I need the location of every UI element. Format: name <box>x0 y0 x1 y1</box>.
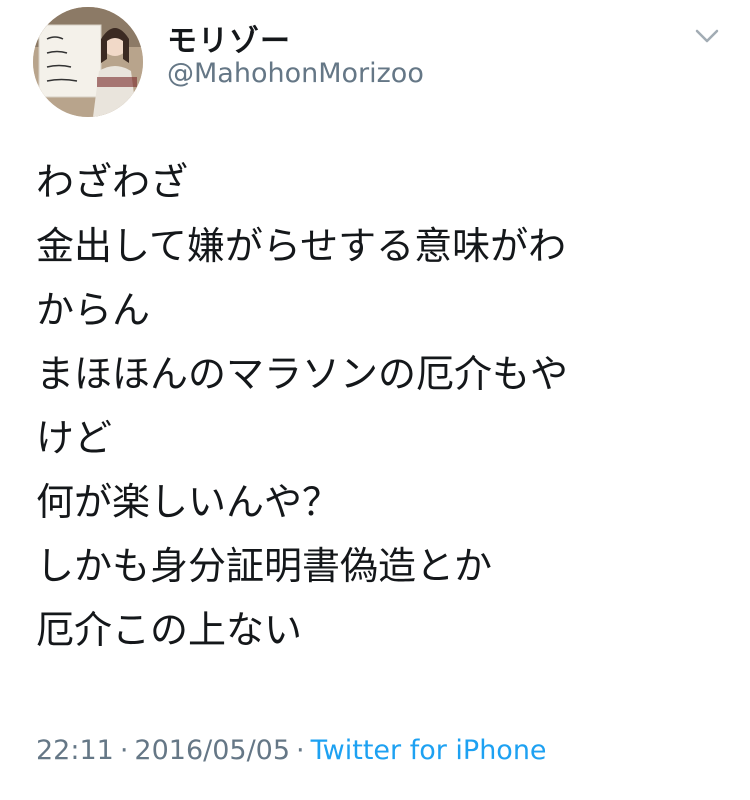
tweet-source-link[interactable]: Twitter for iPhone <box>311 735 547 766</box>
tweet-text: わざわざ 金出して嫌がらせする意味がわ からん まほほんのマラソンの厄介もや け… <box>36 150 726 662</box>
tweet-card: モリゾー @MahohonMorizoo わざわざ 金出して嫌がらせする意味がわ… <box>0 0 750 800</box>
avatar[interactable] <box>33 7 143 117</box>
tweet-text-line: からん <box>36 288 151 332</box>
tweet-text-line: 金出して嫌がらせする意味がわ <box>36 224 567 268</box>
tweet-text-line: 何が楽しいんや？ <box>36 480 341 524</box>
tweet-meta: 22:11 · 2016/05/05 · Twitter for iPhone <box>36 735 547 766</box>
tweet-text-line: 厄介この上ない <box>36 608 303 652</box>
tweet-text-line: けど <box>36 416 113 460</box>
display-name[interactable]: モリゾー <box>167 16 291 60</box>
meta-separator: · <box>296 735 305 766</box>
tweet-time[interactable]: 22:11 <box>36 735 114 766</box>
tweet-text-line: まほほんのマラソンの厄介もや <box>36 352 569 396</box>
tweet-date[interactable]: 2016/05/05 <box>134 735 290 766</box>
profile-photo-icon <box>33 7 143 117</box>
tweet-text-line: わざわざ <box>36 160 189 204</box>
user-handle[interactable]: @MahohonMorizoo <box>167 58 424 89</box>
tweet-text-line: しかも身分証明書偽造とか <box>36 544 493 588</box>
meta-separator: · <box>119 735 129 766</box>
chevron-down-icon[interactable] <box>690 22 724 50</box>
